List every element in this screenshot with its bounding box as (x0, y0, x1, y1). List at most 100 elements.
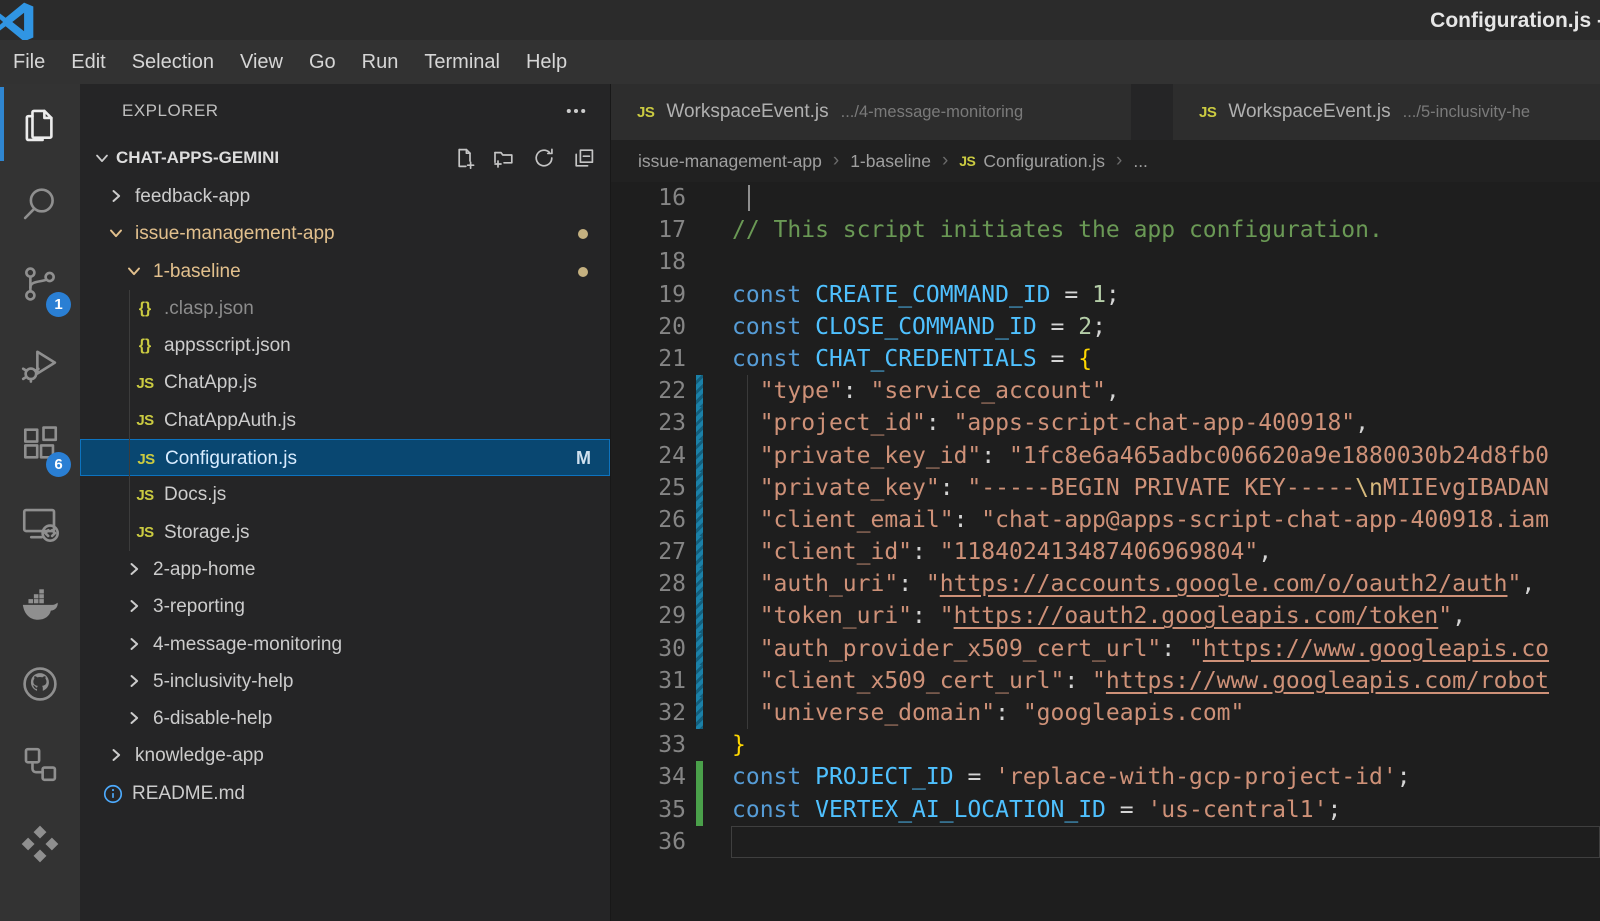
breadcrumb-separator-icon: › (1116, 150, 1122, 172)
activity-item-extensions[interactable]: 6 (0, 404, 80, 484)
code-line-18[interactable]: 18 (611, 246, 1600, 278)
activity-item-project-manager[interactable] (0, 724, 80, 804)
tree-item-knowledge-app[interactable]: knowledge-app (80, 737, 610, 774)
code-line-23[interactable]: 23 "project_id": "apps-script-chat-app-4… (611, 407, 1600, 439)
line-number[interactable]: 20 (611, 311, 686, 343)
activity-item-remote-explorer[interactable] (0, 484, 80, 564)
line-number[interactable]: 22 (611, 375, 686, 407)
menu-item-go[interactable]: Go (296, 40, 349, 84)
code-area[interactable]: 1617// This script initiates the app con… (611, 182, 1600, 921)
tree-item-label: knowledge-app (135, 737, 264, 774)
workspace-root-label: CHAT-APPS-GEMINI (116, 138, 279, 178)
code-line-21[interactable]: 21const CHAT_CREDENTIALS = { (611, 343, 1600, 375)
tree-item-chatapp-js[interactable]: JSChatApp.js (80, 364, 610, 401)
chevron-down-icon (92, 148, 112, 168)
breadcrumb-item-issue-management-app[interactable]: issue-management-app (638, 151, 822, 172)
workspace-root-row[interactable]: CHAT-APPS-GEMINI (80, 138, 610, 178)
menu-item-run[interactable]: Run (349, 40, 412, 84)
tree-item-4-message-monitoring[interactable]: 4-message-monitoring (80, 626, 610, 663)
code-line-31[interactable]: 31 "client_x509_cert_url": "https://www.… (611, 665, 1600, 697)
line-number[interactable]: 19 (611, 279, 686, 311)
editor-tab-1[interactable]: JSWorkspaceEvent.js.../4-message-monitor… (611, 84, 1131, 140)
tree-item-appsscript-json[interactable]: {}appsscript.json (80, 327, 610, 364)
tree-item-5-inclusivity-help[interactable]: 5-inclusivity-help (80, 663, 610, 700)
tree-item-label: 4-message-monitoring (153, 626, 342, 663)
tree-item-storage-js[interactable]: JSStorage.js (80, 514, 610, 551)
line-number[interactable]: 31 (611, 665, 686, 697)
activity-item-docker[interactable] (0, 564, 80, 644)
tree-item-6-disable-help[interactable]: 6-disable-help (80, 700, 610, 737)
line-number[interactable]: 18 (611, 246, 686, 278)
line-number[interactable]: 30 (611, 633, 686, 665)
breadcrumb-item-[interactable]: ... (1133, 151, 1148, 172)
collapse-all-icon[interactable] (572, 146, 596, 170)
code-line-36[interactable]: 36 (611, 826, 1600, 858)
menu-item-edit[interactable]: Edit (58, 40, 118, 84)
code-line-28[interactable]: 28 "auth_uri": "https://accounts.google.… (611, 568, 1600, 600)
activity-item-gemini-assist[interactable] (0, 804, 80, 884)
line-number[interactable]: 36 (611, 826, 686, 858)
activity-badge-source-control: 1 (46, 292, 71, 317)
breadcrumb-item-1-baseline[interactable]: 1-baseline (850, 151, 931, 172)
code-line-20[interactable]: 20 const CLOSE_COMMAND_ID = 2; (611, 311, 1600, 343)
code-line-27[interactable]: 27 "client_id": "118402413487406969804", (611, 536, 1600, 568)
menu-item-terminal[interactable]: Terminal (411, 40, 513, 84)
line-number[interactable]: 34 (611, 761, 686, 793)
menu-item-help[interactable]: Help (513, 40, 580, 84)
tree-item-label: README.md (132, 775, 245, 812)
tree-item-chatappauth-js[interactable]: JSChatAppAuth.js (80, 402, 610, 439)
code-line-29[interactable]: 29 "token_uri": "https://oauth2.googleap… (611, 600, 1600, 632)
new-file-icon[interactable] (452, 146, 476, 170)
text-cursor (748, 185, 750, 211)
tree-item-2-app-home[interactable]: 2-app-home (80, 551, 610, 588)
code-line-26[interactable]: 26 "client_email": "chat-app@apps-script… (611, 504, 1600, 536)
menu-item-view[interactable]: View (227, 40, 296, 84)
line-number[interactable]: 32 (611, 697, 686, 729)
code-line-34[interactable]: 34const PROJECT_ID = 'replace-with-gcp-p… (611, 761, 1600, 793)
activity-item-github[interactable] (0, 644, 80, 724)
tree-item-3-reporting[interactable]: 3-reporting (80, 588, 610, 625)
editor-tab-2[interactable]: JSWorkspaceEvent.js.../5-inclusivity-he (1173, 84, 1600, 140)
tree-item-1-baseline[interactable]: 1-baseline (80, 253, 610, 290)
menu-item-selection[interactable]: Selection (119, 40, 227, 84)
line-number[interactable]: 27 (611, 536, 686, 568)
code-line-35[interactable]: 35const VERTEX_AI_LOCATION_ID = 'us-cent… (611, 794, 1600, 826)
line-number[interactable]: 24 (611, 440, 686, 472)
tree-item-readme-md[interactable]: README.md (80, 775, 610, 812)
line-number[interactable]: 17 (611, 214, 686, 246)
line-number[interactable]: 26 (611, 504, 686, 536)
code-text: const CLOSE_COMMAND_ID = 2; (732, 311, 1106, 343)
code-line-30[interactable]: 30 "auth_provider_x509_cert_url": "https… (611, 633, 1600, 665)
line-number[interactable]: 21 (611, 343, 686, 375)
code-line-25[interactable]: 25 "private_key": "-----BEGIN PRIVATE KE… (611, 472, 1600, 504)
new-folder-icon[interactable] (492, 146, 516, 170)
breadcrumb-item-configuration-js[interactable]: Configuration.js (983, 151, 1105, 172)
tree-item-configuration-js[interactable]: JSConfiguration.jsM (80, 439, 610, 476)
tree-item-docs-js[interactable]: JSDocs.js (80, 476, 610, 513)
line-number[interactable]: 29 (611, 600, 686, 632)
menu-item-file[interactable]: File (0, 40, 58, 84)
code-line-16[interactable]: 16 (611, 182, 1600, 214)
tree-item-issue-management-app[interactable]: issue-management-app (80, 215, 610, 252)
code-line-22[interactable]: 22 "type": "service_account", (611, 375, 1600, 407)
modified-dot (578, 229, 588, 239)
code-line-24[interactable]: 24 "private_key_id": "1fc8e6a465adbc0066… (611, 440, 1600, 472)
activity-item-source-control[interactable]: 1 (0, 244, 80, 324)
code-line-33[interactable]: 33} (611, 729, 1600, 761)
line-number[interactable]: 33 (611, 729, 686, 761)
refresh-icon[interactable] (532, 146, 556, 170)
code-line-32[interactable]: 32 "universe_domain": "googleapis.com" (611, 697, 1600, 729)
line-number[interactable]: 25 (611, 472, 686, 504)
line-number[interactable]: 16 (611, 182, 686, 214)
code-line-17[interactable]: 17// This script initiates the app confi… (611, 214, 1600, 246)
activity-item-run-debug[interactable] (0, 324, 80, 404)
line-number[interactable]: 28 (611, 568, 686, 600)
line-number[interactable]: 35 (611, 794, 686, 826)
tree-item-feedback-app[interactable]: feedback-app (80, 178, 610, 215)
more-actions-icon[interactable] (564, 99, 588, 123)
activity-item-explorer[interactable] (0, 84, 80, 164)
activity-item-search[interactable] (0, 164, 80, 244)
tree-item-clasp-json[interactable]: {}.clasp.json (80, 290, 610, 327)
code-line-19[interactable]: 19const CREATE_COMMAND_ID = 1; (611, 279, 1600, 311)
line-number[interactable]: 23 (611, 407, 686, 439)
